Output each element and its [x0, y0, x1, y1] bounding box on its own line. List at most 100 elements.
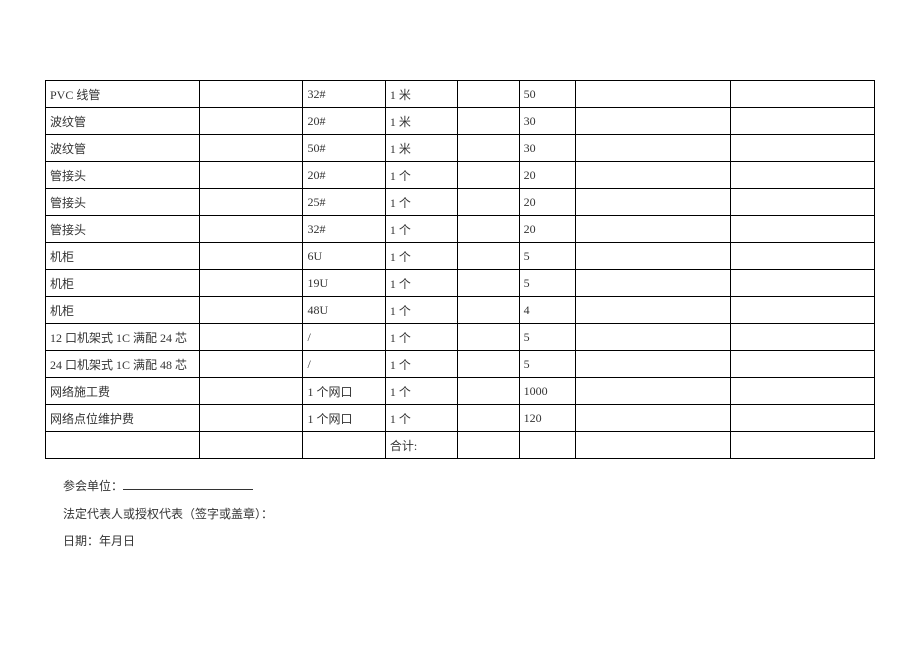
table-cell: 网络施工费: [46, 378, 200, 405]
table-cell: [730, 81, 874, 108]
table-cell: 5: [519, 351, 576, 378]
table-cell: [200, 189, 303, 216]
table-cell: [46, 432, 200, 459]
table-cell: [457, 216, 519, 243]
table-row: 管接头 32#1 个 20: [46, 216, 875, 243]
table-cell: 50#: [303, 135, 385, 162]
table-cell: 1000: [519, 378, 576, 405]
unit-signature-line: [123, 489, 253, 490]
table-cell: 32#: [303, 81, 385, 108]
table-cell: [457, 378, 519, 405]
table-cell: 32#: [303, 216, 385, 243]
table-cell: 50: [519, 81, 576, 108]
table-cell: 12 口机架式 1C 满配 24 芯: [46, 324, 200, 351]
table-cell: 波纹管: [46, 135, 200, 162]
table-cell: [730, 108, 874, 135]
table-cell: [730, 351, 874, 378]
table-row: 机柜 6U1 个 5: [46, 243, 875, 270]
table-cell: [303, 432, 385, 459]
table-cell: [576, 297, 730, 324]
table-cell: 5: [519, 324, 576, 351]
table-cell: [200, 351, 303, 378]
table-cell: 20: [519, 189, 576, 216]
table-cell: [200, 378, 303, 405]
table-cell: 管接头: [46, 162, 200, 189]
table-cell: [457, 243, 519, 270]
table-cell: [576, 324, 730, 351]
table-cell: [457, 135, 519, 162]
table-cell: 管接头: [46, 189, 200, 216]
table-cell: 19U: [303, 270, 385, 297]
table-cell: 1 个网口: [303, 405, 385, 432]
table-cell: [576, 351, 730, 378]
table-cell: [576, 216, 730, 243]
table-cell: 5: [519, 270, 576, 297]
table-cell: 1 个: [385, 189, 457, 216]
table-cell: 1 米: [385, 81, 457, 108]
table-cell: [457, 162, 519, 189]
footer-line-date: 日期：年月日: [63, 528, 875, 556]
table-row: 网络施工费1 个网口1 个1000: [46, 378, 875, 405]
table-cell: [730, 216, 874, 243]
table-cell: [200, 135, 303, 162]
table-row: 管接头 20#1 个 20: [46, 162, 875, 189]
table-cell: 1 个: [385, 324, 457, 351]
table-row: 波纹管50#1 米30: [46, 135, 875, 162]
table-cell: 120: [519, 405, 576, 432]
table-cell: 4: [519, 297, 576, 324]
table-cell: [730, 270, 874, 297]
table-cell: [730, 189, 874, 216]
table-cell: 5: [519, 243, 576, 270]
footer-block: 参会单位： 法定代表人或授权代表（签字或盖章）： 日期：年月日: [45, 459, 875, 556]
table-cell: 20#: [303, 162, 385, 189]
table-row: 12 口机架式 1C 满配 24 芯 /1 个 5: [46, 324, 875, 351]
table-cell: [730, 432, 874, 459]
table-cell: [457, 405, 519, 432]
table-cell: 机柜: [46, 243, 200, 270]
table-cell: 机柜: [46, 270, 200, 297]
table-cell: 管接头: [46, 216, 200, 243]
footer-line-rep: 法定代表人或授权代表（签字或盖章）：: [63, 501, 875, 529]
table-cell: 6U: [303, 243, 385, 270]
table-row: 网络点位维护费 1 个网口1 个 120: [46, 405, 875, 432]
table-cell: [576, 81, 730, 108]
table-cell: [576, 432, 730, 459]
table-cell: [576, 270, 730, 297]
table-cell: [457, 432, 519, 459]
table-cell: 1 个: [385, 243, 457, 270]
table-cell: 1 个: [385, 405, 457, 432]
table-row: 机柜48U1 个4: [46, 297, 875, 324]
table-cell: [576, 405, 730, 432]
table-cell: [200, 405, 303, 432]
table-row: 波纹管20#1 米30: [46, 108, 875, 135]
table-row: PVC 线管32#1 米50: [46, 81, 875, 108]
table-cell: 机柜: [46, 297, 200, 324]
table-cell: [200, 297, 303, 324]
table-cell: [730, 297, 874, 324]
table-cell: [457, 270, 519, 297]
table-cell: 20: [519, 216, 576, 243]
table-cell: [519, 432, 576, 459]
table-cell: 波纹管: [46, 108, 200, 135]
table-cell: 1 个: [385, 162, 457, 189]
table-cell: 1 个: [385, 216, 457, 243]
table-cell: 24 口机架式 1C 满配 48 芯: [46, 351, 200, 378]
table-cell: 1 个: [385, 297, 457, 324]
table-cell: [576, 162, 730, 189]
table-cell: [730, 162, 874, 189]
materials-table: PVC 线管32#1 米50波纹管20#1 米30波纹管50#1 米30管接头2…: [45, 80, 875, 459]
table-cell: [730, 378, 874, 405]
table-cell: 1 米: [385, 108, 457, 135]
table-cell: [200, 324, 303, 351]
table-cell: /: [303, 324, 385, 351]
table-cell: /: [303, 351, 385, 378]
table-cell: 网络点位维护费: [46, 405, 200, 432]
table-cell: [576, 108, 730, 135]
table-cell: [730, 135, 874, 162]
table-cell: 20: [519, 162, 576, 189]
footer-line-unit: 参会单位：: [63, 473, 875, 501]
table-cell: [576, 189, 730, 216]
table-row: 管接头25#1 个20: [46, 189, 875, 216]
table-row: 机柜19U1 个5: [46, 270, 875, 297]
table-cell: [457, 324, 519, 351]
